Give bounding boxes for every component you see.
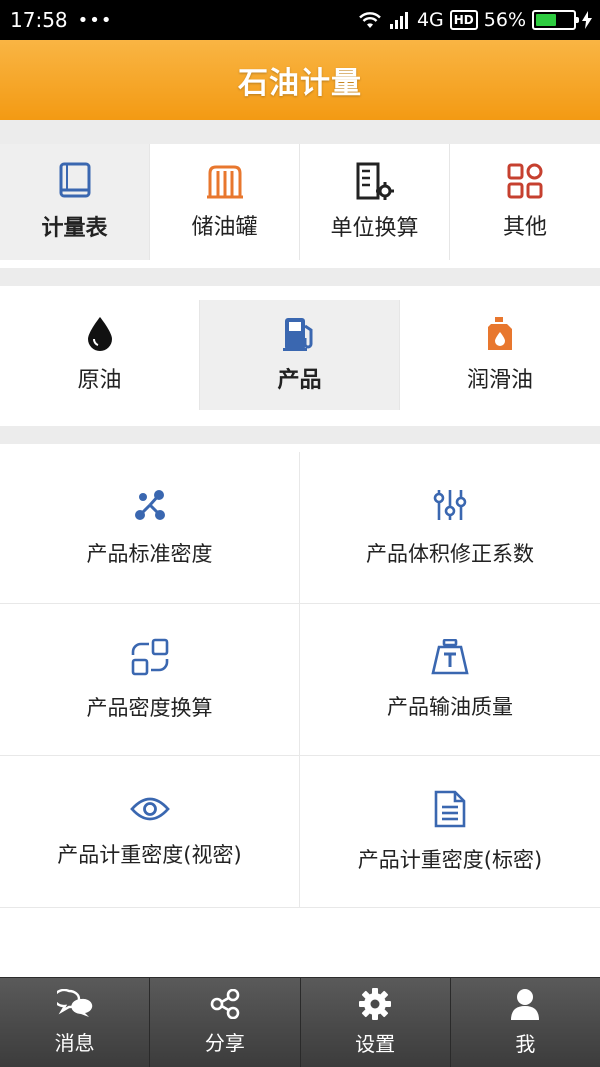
product-transport-mass-item[interactable]: 产品输油质量 (300, 604, 600, 756)
grid-item-label: 产品标准密度 (86, 541, 213, 566)
tab-label: 计量表 (41, 216, 108, 241)
product-weight-density-standard-item[interactable]: 产品计重密度(标密) (300, 756, 600, 908)
grid-item-label: 产品密度换算 (86, 695, 213, 720)
product-standard-density-item[interactable]: 产品标准密度 (0, 452, 300, 604)
grid-icon (507, 163, 543, 199)
separator (0, 260, 600, 300)
separator (0, 410, 600, 452)
product-weight-density-apparent-item[interactable]: 产品计重密度(视密) (0, 756, 300, 908)
sliders-icon (433, 489, 467, 520)
app-header: 石油计量 (0, 40, 600, 120)
page-title: 石油计量 (238, 66, 362, 101)
tab-unit-conversion[interactable]: 单位换算 (300, 144, 450, 260)
oil-can-icon (488, 317, 512, 350)
chat-icon (56, 989, 92, 1017)
grid-item-label: 产品计重密度(视密) (57, 842, 242, 867)
hd-badge: HD (449, 10, 478, 30)
category-tabs: 计量表 储油罐 单位换算 其他 (0, 144, 600, 260)
tab-crude-oil[interactable]: 原油 (0, 300, 200, 410)
nav-label: 消息 (54, 1031, 95, 1055)
product-density-conversion-item[interactable]: 产品密度换算 (0, 604, 300, 756)
grid-item-label: 产品计重密度(标密) (357, 847, 543, 872)
fuel-pump-icon (282, 318, 312, 351)
eye-icon (129, 797, 170, 820)
molecule-icon (134, 489, 165, 520)
tab-label: 储油罐 (191, 215, 258, 240)
nav-settings[interactable]: 设置 (301, 978, 451, 1067)
battery-fill (536, 14, 557, 26)
grid-item-label: 产品输油质量 (387, 694, 513, 719)
status-bar: 17:58 ••• 4G HD 56% (0, 0, 600, 40)
product-type-tabs: 原油 产品 润滑油 (0, 300, 600, 410)
nav-label: 设置 (355, 1032, 396, 1056)
share-icon (210, 989, 240, 1019)
tab-lubricant[interactable]: 润滑油 (400, 300, 600, 410)
book-icon (59, 162, 90, 198)
wifi-icon (359, 12, 381, 28)
gear-icon (359, 988, 392, 1020)
tab-storage-tank[interactable]: 储油罐 (150, 144, 300, 260)
nav-me[interactable]: 我 (451, 978, 600, 1067)
product-volume-correction-item[interactable]: 产品体积修正系数 (300, 452, 600, 604)
tab-label: 单位换算 (330, 216, 419, 241)
tab-product[interactable]: 产品 (200, 300, 400, 410)
nav-messages[interactable]: 消息 (0, 978, 151, 1067)
oil-drop-icon (87, 317, 112, 351)
nav-label: 我 (515, 1032, 536, 1056)
battery-percent: 56% (483, 9, 526, 31)
separator (0, 120, 600, 144)
tab-label: 产品 (277, 368, 322, 393)
tab-label: 原油 (77, 368, 122, 393)
function-grid: 产品标准密度 产品体积修正系数 产品密度换算 产品输油质量 产品计重密度(视密)… (0, 452, 600, 908)
status-time: 17:58 (10, 8, 68, 32)
bottom-nav: 消息 分享 设置 我 (0, 977, 600, 1067)
tab-metering-table[interactable]: 计量表 (0, 144, 150, 260)
signal-icon (389, 12, 408, 29)
tank-icon (206, 165, 243, 199)
nav-share[interactable]: 分享 (150, 978, 301, 1067)
battery-icon (532, 10, 579, 30)
user-icon (511, 989, 540, 1020)
status-dots: ••• (77, 9, 113, 31)
transform-icon (131, 638, 168, 675)
tab-label: 其他 (502, 215, 547, 240)
document-icon (434, 790, 466, 827)
conversion-icon (356, 162, 394, 200)
weight-icon (431, 638, 469, 674)
tab-other[interactable]: 其他 (450, 144, 600, 260)
network-type: 4G (416, 9, 444, 31)
tab-label: 润滑油 (466, 368, 533, 393)
charging-icon (582, 11, 592, 29)
grid-item-label: 产品体积修正系数 (366, 541, 534, 566)
nav-label: 分享 (204, 1031, 245, 1055)
